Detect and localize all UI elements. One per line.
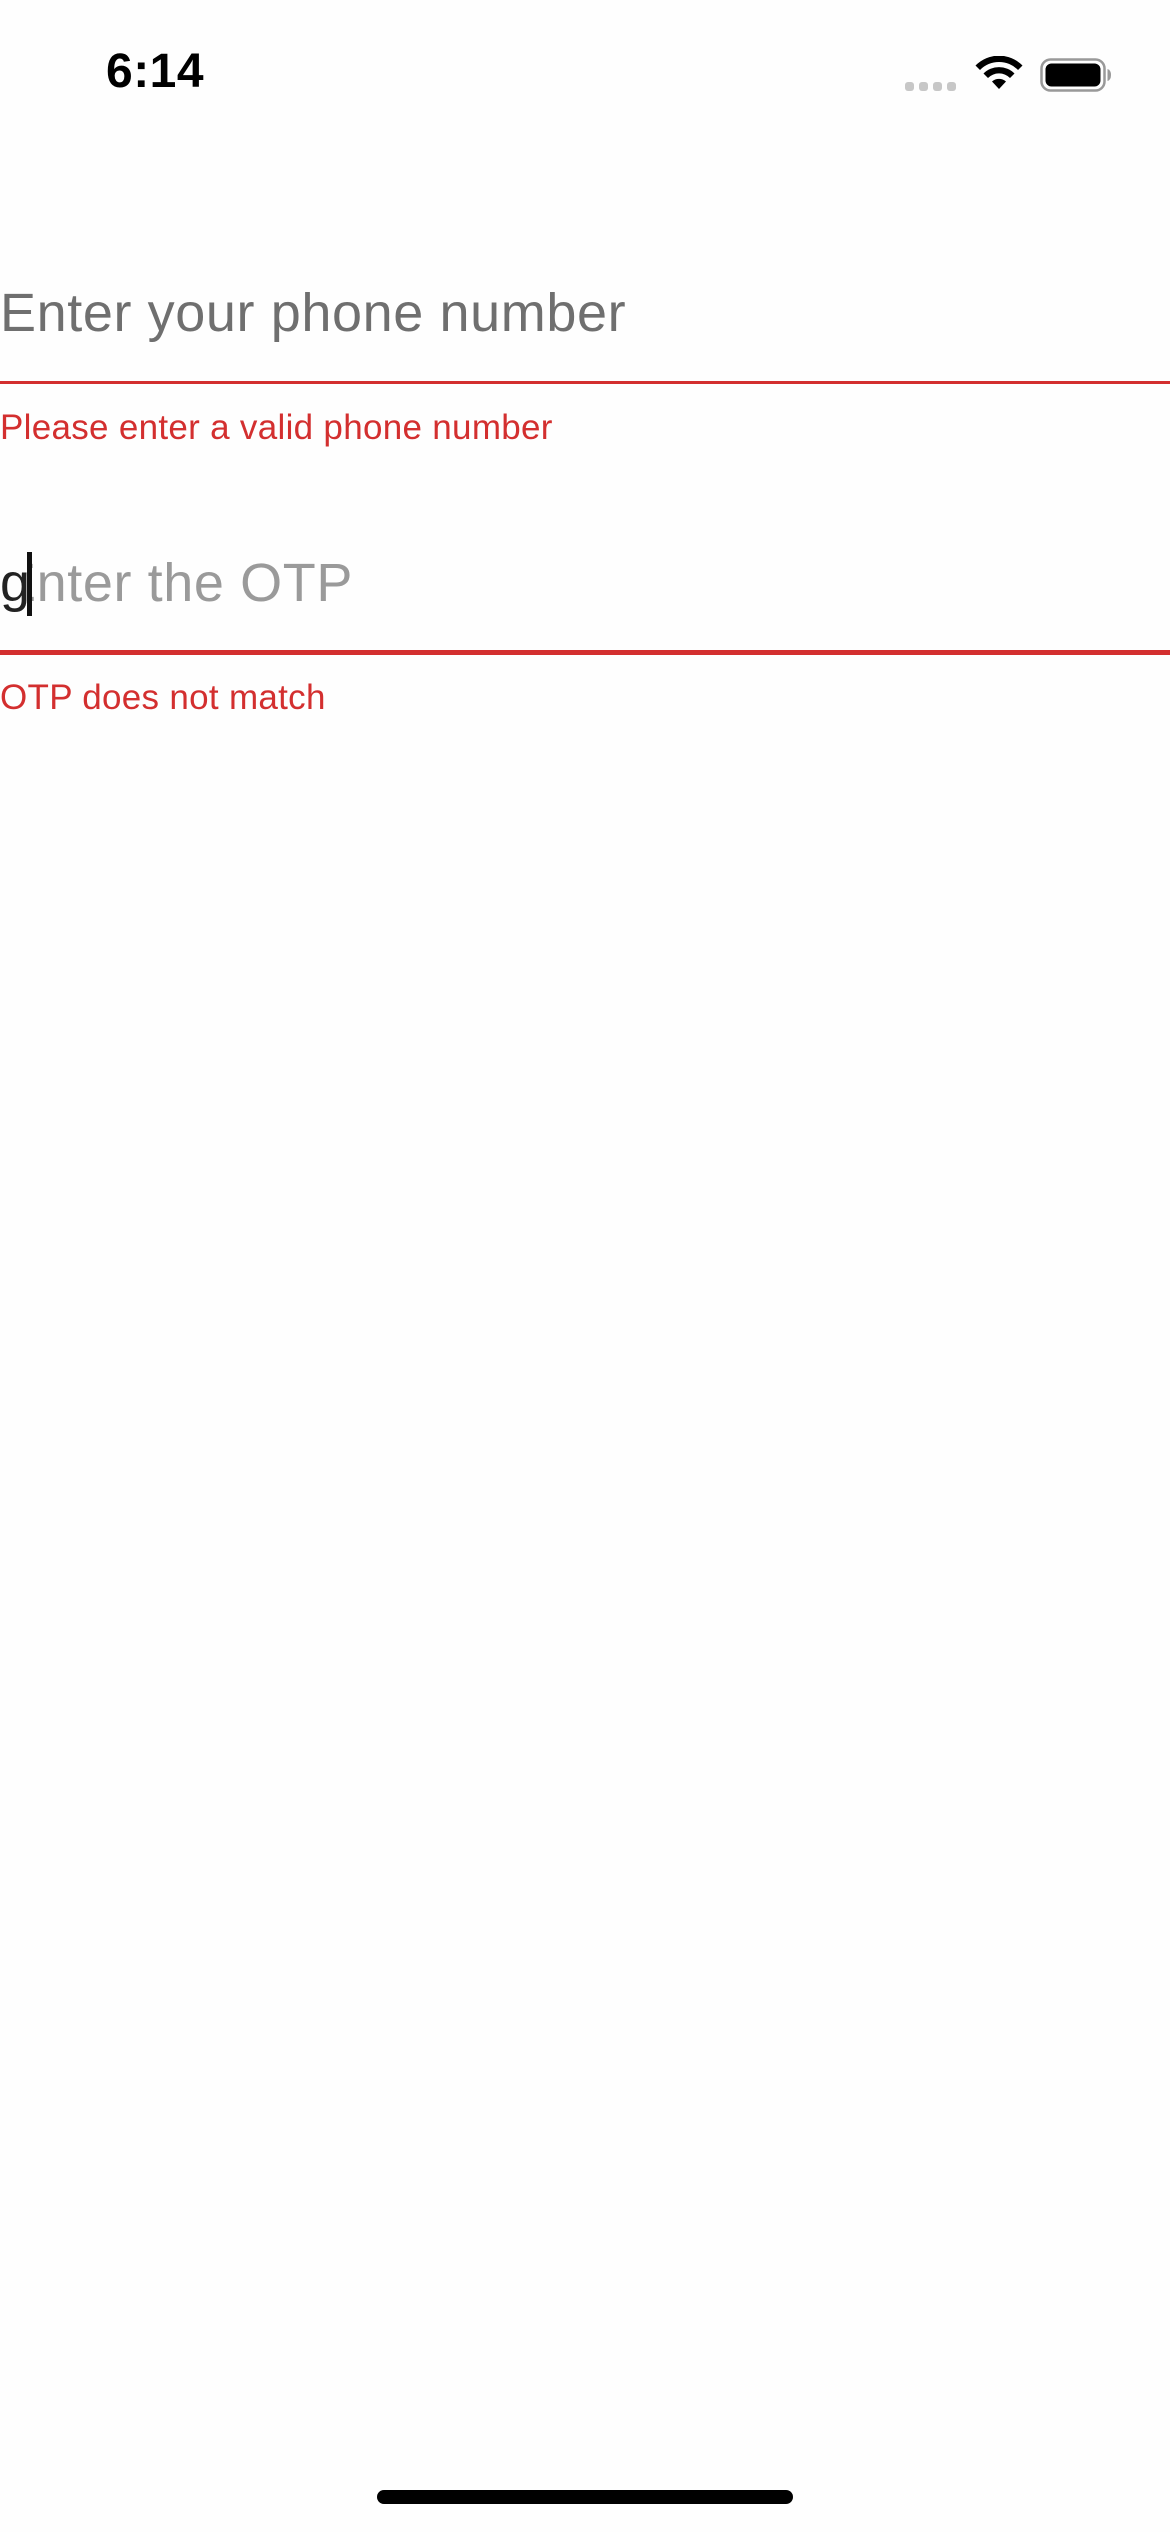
cellular-signal-icon [905,80,957,92]
home-indicator[interactable] [377,2490,793,2504]
phone-underline [0,381,1170,384]
text-caret [27,552,32,616]
battery-icon [1040,58,1111,92]
status-time: 6:14 [106,45,205,98]
otp-error-message: OTP does not match [0,678,326,717]
screen: 6:14 Enter your phone number Please ente… [0,0,1170,2532]
phone-input[interactable]: Enter your phone number [0,270,1170,384]
phone-error-message: Please enter a valid phone number [0,408,553,447]
otp-underline [0,650,1170,655]
otp-placeholder: Enter the OTP [0,553,353,613]
phone-field: Enter your phone number Please enter a v… [0,270,1170,447]
otp-value: g [0,552,31,615]
status-bar: 6:14 [0,0,1170,150]
wifi-icon [975,56,1023,89]
otp-field: Enter the OTP g OTP does not match [0,540,1170,717]
phone-placeholder: Enter your phone number [0,283,627,343]
otp-input[interactable]: Enter the OTP g [0,540,1170,655]
